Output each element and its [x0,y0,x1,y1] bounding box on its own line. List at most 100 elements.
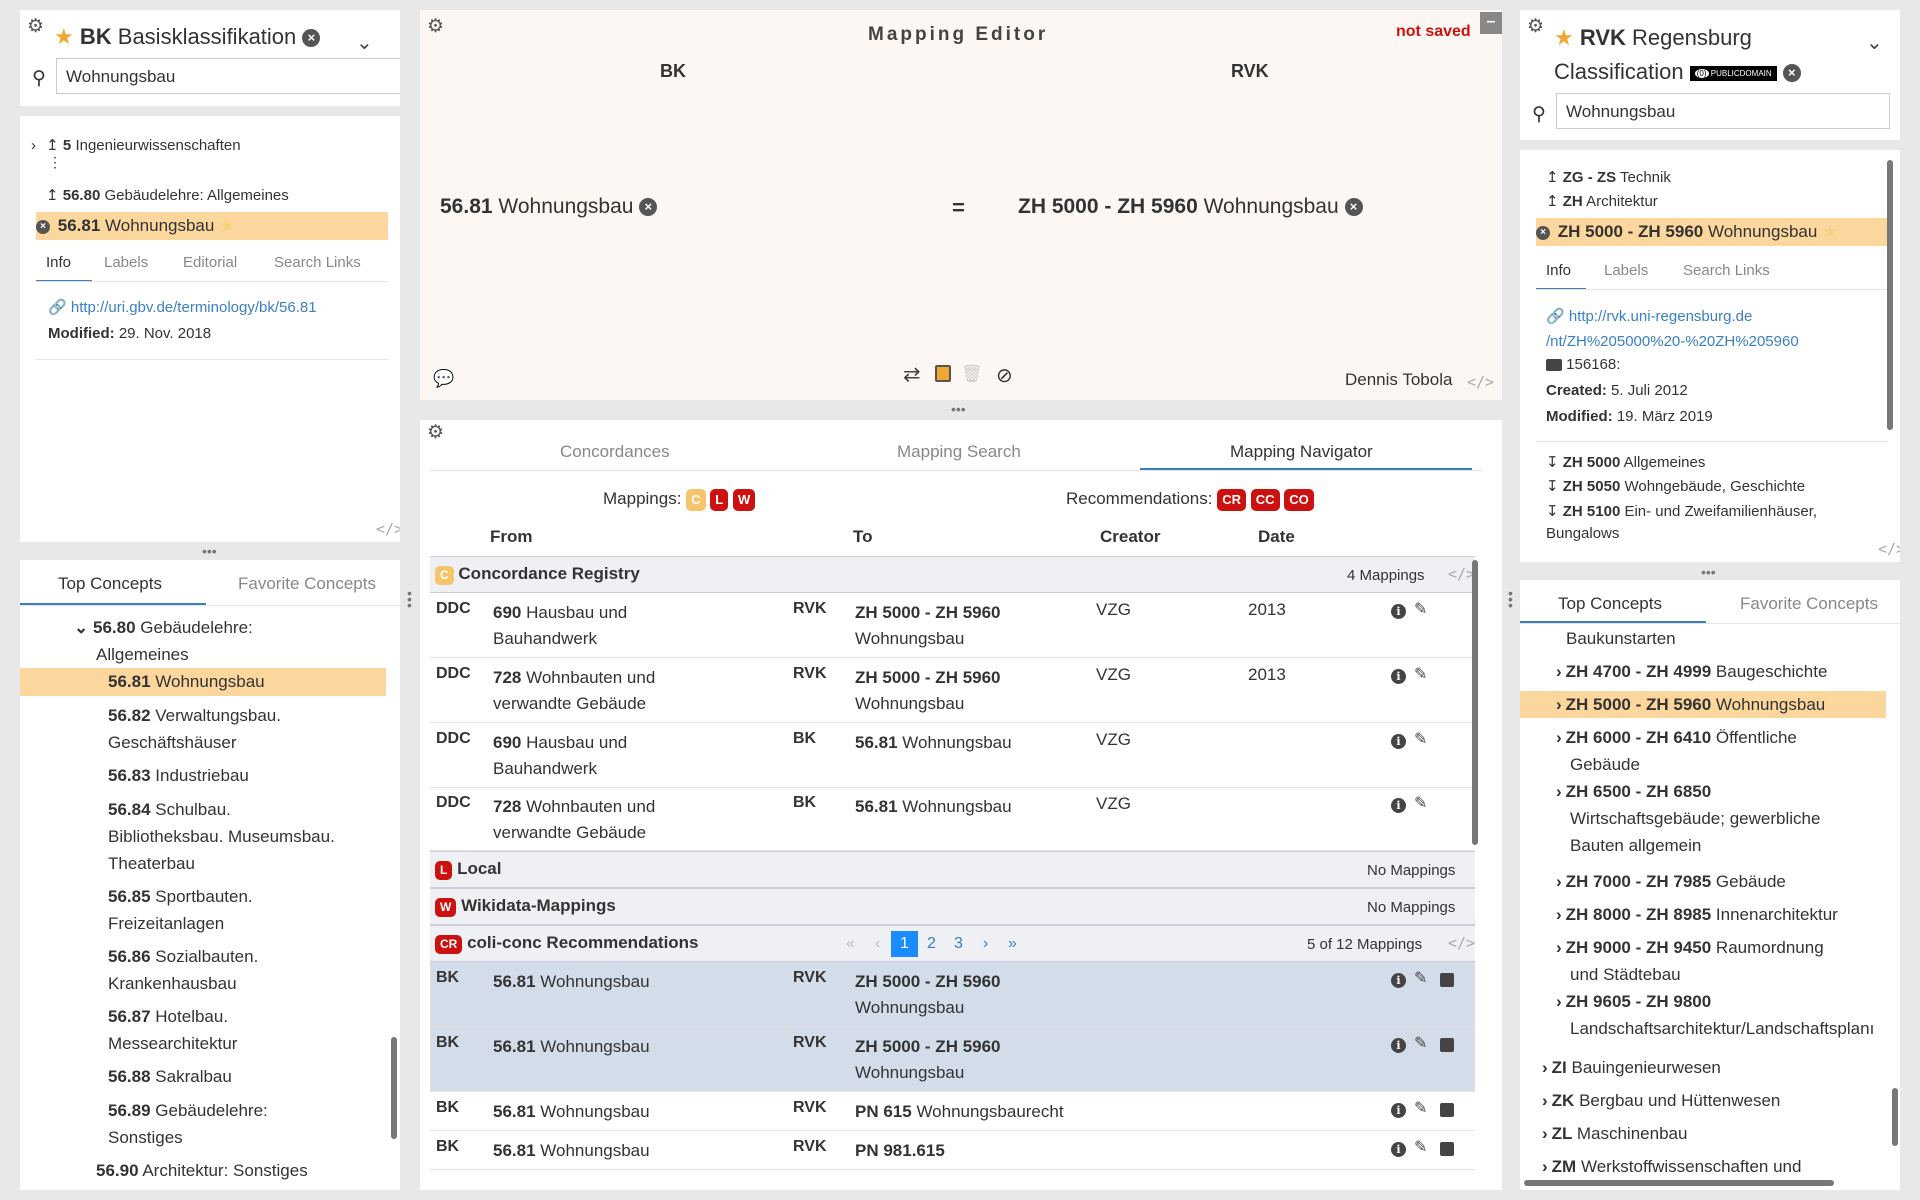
uri-link[interactable]: 🔗 http://rvk.uni-regensburg.de /nt/ZH%20… [1546,304,1799,354]
code-icon[interactable]: </> [1448,934,1475,952]
narrower-item[interactable]: ↧ ZH 5000 Allgemeines [1546,453,1705,471]
badge-cc[interactable]: CC [1250,489,1280,511]
tab-info[interactable]: Info [1546,262,1571,279]
pager-next[interactable]: › [972,931,999,957]
save-recommendation-icon[interactable] [1440,1038,1454,1052]
to-concept[interactable]: ZH 5000 - ZH 5960 Wohnungsbau [855,969,1001,1021]
horizontal-scrollbar[interactable] [1524,1180,1834,1186]
tab-favorite-concepts[interactable]: Favorite Concepts [238,574,376,594]
to-concept[interactable]: 56.81 Wohnungsbau [855,794,1012,820]
settings-gear-icon[interactable]: ⚙ [427,17,445,36]
info-icon[interactable]: i [1391,1103,1406,1118]
recommendation-row[interactable]: BK 56.81 Wohnungsbau RVK ZH 5000 - ZH 5960 … [430,962,1475,1027]
right-search-input[interactable]: Wohnungsbau [1556,93,1890,129]
edit-icon[interactable]: ✎ [1414,1033,1427,1053]
chevron-right-icon[interactable]: › [1556,992,1562,1011]
pager-page-3[interactable]: 3 [945,931,972,957]
list-item[interactable]: 56.83 Industriebau [108,762,249,789]
tab-labels[interactable]: Labels [1604,262,1648,279]
remove-to-concept-icon[interactable]: × [1344,198,1363,217]
left-search-input[interactable]: Wohnungsbau [56,58,400,94]
save-recommendation-icon[interactable] [1440,1103,1454,1117]
chevron-right-icon[interactable]: › [1542,1124,1548,1143]
edit-icon[interactable]: ✎ [1414,793,1427,813]
recommendation-row[interactable]: BK 56.81 Wohnungsbau RVK PN 615 Wohnungsbau… [430,1092,1475,1131]
from-concept[interactable]: 728 Wohnbauten und verwandte Gebäude [493,794,655,846]
uri-text[interactable]: http://uri.gbv.de/terminology/bk/56.81 [71,299,317,316]
from-concept[interactable]: 56.81 Wohnungsbau [493,1099,650,1125]
from-concept[interactable]: 690 Hausbau und Bauhandwerk [493,600,627,652]
badge-w[interactable]: W [732,489,756,511]
list-item[interactable]: ⌄ 56.80 Gebäudelehre: Allgemeines [74,614,253,668]
tab-top-concepts[interactable]: Top Concepts [58,574,162,594]
badge-l[interactable]: L [710,489,729,511]
scrollbar[interactable] [1892,1088,1898,1146]
group-wikidata[interactable]: W Wikidata-Mappings No Mappings [430,888,1475,925]
uri-text[interactable]: http://rvk.uni-regensburg.de [1569,308,1752,325]
resize-handle-vertical[interactable]: • • • [1508,586,1513,612]
mapping-row[interactable]: DDC 728 Wohnbauten und verwandte Gebäude RV… [430,658,1475,723]
mapping-row[interactable]: DDC 690 Hausbau und Bauhandwerk RVK ZH 5000 … [430,593,1475,658]
save-icon[interactable] [935,365,951,382]
resize-handle-vertical[interactable]: • • • [407,586,412,612]
minimize-button[interactable]: – [1480,12,1502,34]
narrower-item[interactable]: ↧ ZH 5100 Ein- und Zweifamilienhäuser, B… [1546,501,1817,545]
chevron-right-icon[interactable]: › [1556,905,1562,924]
group-concordance-registry[interactable]: C Concordance Registry 4 Mappings </> [430,556,1475,593]
chevron-down-icon[interactable]: ⌄ [74,618,88,637]
clear-icon[interactable]: ⊘ [996,363,1013,388]
list-item[interactable]: › ZI Bauingenieurwesen [1542,1054,1721,1081]
tree-item[interactable]: ↥ ZG - ZS Technik [1546,168,1671,186]
tab-favorite-concepts[interactable]: Favorite Concepts [1740,594,1878,614]
list-item-selected[interactable]: 56.81 Wohnungsbau [20,668,386,696]
to-concept[interactable]: 56.81 Wohnungsbau [855,730,1012,756]
tab-search-links[interactable]: Search Links [274,254,361,271]
tab-mapping-navigator[interactable]: Mapping Navigator [1230,442,1373,462]
info-icon[interactable]: i [1391,1142,1406,1157]
tree-item-parent[interactable]: ↥ 56.80 Gebäudelehre: Allgemeines [46,186,289,204]
ellipsis-icon[interactable]: ⋮ [48,155,62,169]
list-item[interactable]: 56.86 Sozialbauten. Krankenhausbau [108,943,258,997]
save-recommendation-icon[interactable] [1440,1142,1454,1156]
scrollbar[interactable] [1887,160,1893,430]
chevron-right-icon[interactable]: › [1556,662,1562,681]
list-item[interactable]: 56.82 Verwaltungsbau. Geschäftshäuser [108,702,281,756]
comment-icon[interactable]: 💬 [433,369,454,389]
to-concept[interactable]: PN 981.615 [855,1138,945,1164]
chevron-right-icon[interactable]: › [1542,1058,1548,1077]
chevron-down-icon[interactable]: ⌄ [356,30,373,55]
list-item[interactable]: 56.84 Schulbau. Bibliotheksbau. Museumsb… [108,796,335,877]
header-date[interactable]: Date [1258,527,1295,547]
from-concept[interactable]: 56.81 Wohnungsbau × [440,195,658,219]
favorite-star-icon[interactable]: ★ [1554,25,1574,50]
info-icon[interactable]: i [1391,1038,1406,1053]
header-creator[interactable]: Creator [1100,527,1160,547]
chevron-down-icon[interactable]: ⌄ [1866,30,1883,55]
chevron-right-icon[interactable]: › [1556,872,1562,891]
license-badge[interactable]: (0) PUBLICDOMAIN [1689,65,1777,81]
list-item[interactable]: 56.88 Sakralbau [108,1063,232,1090]
edit-icon[interactable]: ✎ [1414,968,1427,988]
mapping-row[interactable]: DDC 690 Hausbau und Bauhandwerk BK 56.81 Woh… [430,723,1475,788]
list-item[interactable]: › ZH 9000 - ZH 9450 Raumordnung und Städte… [1556,934,1824,988]
header-from[interactable]: From [490,527,533,547]
scrollbar[interactable] [391,1037,397,1139]
recommendation-row[interactable]: BK 56.81 Wohnungsbau RVK ZH 5000 - ZH 5960 … [430,1027,1475,1092]
deselect-icon[interactable]: × [1536,225,1550,240]
list-item[interactable]: › ZH 4700 - ZH 4999 Baugeschichte [1556,658,1827,685]
info-icon[interactable]: i [1391,973,1406,988]
resize-handle[interactable]: ••• [951,401,966,417]
tab-labels[interactable]: Labels [104,254,148,271]
tab-editorial[interactable]: Editorial [183,254,237,271]
list-item[interactable]: 56.89 Gebäudelehre: Sonstiges [108,1097,268,1151]
resize-handle[interactable]: ••• [1701,564,1716,580]
from-concept[interactable]: 56.81 Wohnungsbau [493,1138,650,1164]
pager-page-2[interactable]: 2 [918,931,945,957]
chevron-right-icon[interactable]: › [1542,1157,1548,1176]
code-icon[interactable]: </> [376,520,400,538]
pager-page-1[interactable]: 1 [891,931,918,957]
mapping-row[interactable]: DDC 728 Wohnbauten und verwandte Gebäude BK… [430,787,1475,851]
pager-prev[interactable]: ‹ [864,931,891,957]
to-concept[interactable]: PN 615 Wohnungsbaurecht [855,1099,1064,1125]
list-item[interactable]: › ZH 6000 - ZH 6410 Öffentliche Gebäude [1556,724,1797,778]
